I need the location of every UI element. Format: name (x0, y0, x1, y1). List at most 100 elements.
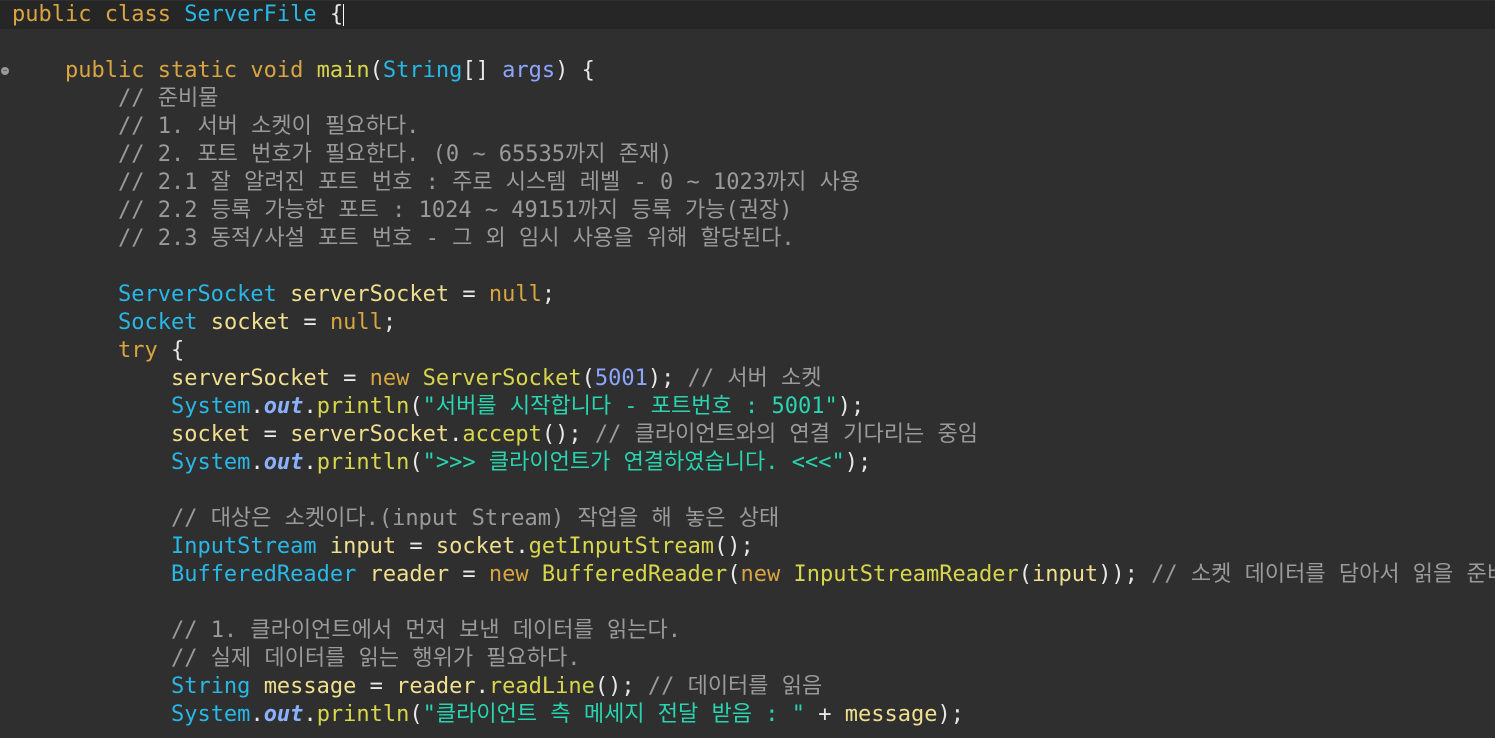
punctuation-token: (); (594, 674, 648, 699)
code-line[interactable]: try { (12, 337, 184, 365)
keyword-token: public class (12, 2, 185, 27)
variable-token: socket (170, 422, 251, 447)
punctuation-token: { (157, 338, 185, 363)
code-line[interactable]: BufferedReader reader = new BufferedRead… (12, 561, 1495, 589)
code-line[interactable]: socket = serverSocket.accept(); // 클라이언트… (12, 421, 978, 449)
punctuation-token: ); (937, 702, 964, 727)
code-line[interactable]: // 실제 데이터를 읽는 행위가 필요하다. (12, 645, 581, 673)
punctuation-token: = (449, 282, 489, 307)
comment-token: // 2. 포트 번호가 필요한다. (0 ~ 65535까지 존재) (117, 142, 673, 167)
method-token: getInputStream (528, 534, 715, 559)
field-token: out (263, 450, 304, 475)
comment-token: // 2.3 동적/사설 포트 번호 - 그 외 임시 사용을 위해 할당된다. (117, 226, 795, 251)
punctuation-token: { (316, 2, 344, 27)
code-line[interactable]: // 2. 포트 번호가 필요한다. (0 ~ 65535까지 존재) (12, 141, 673, 169)
code-line[interactable]: serverSocket = new ServerSocket(5001); /… (12, 365, 822, 393)
punctuation-token: = (356, 674, 397, 699)
variable-token: socket (435, 534, 516, 559)
comment-token: // 2.1 잘 알려진 포트 번호 : 주로 시스템 레벨 - 0 ~ 102… (117, 170, 861, 195)
fold-collapse-icon[interactable]: − (1, 67, 9, 75)
text-caret (343, 4, 345, 26)
type-token: String (382, 58, 463, 83)
code-line[interactable]: // 2.1 잘 알려진 포트 번호 : 주로 시스템 레벨 - 0 ~ 102… (12, 169, 860, 197)
comment-token: // 1. 서버 소켓이 필요하다. (117, 114, 420, 139)
method-token: println (316, 450, 410, 475)
punctuation-token: ( (409, 394, 423, 419)
punctuation-token: . (303, 702, 317, 727)
type-token: BufferedReader (170, 562, 357, 587)
string-token: "클라이언트 측 메세지 전달 받음 : " (422, 702, 805, 727)
keyword-token: new (369, 366, 423, 391)
code-line[interactable]: // 준비물 (12, 85, 218, 113)
code-line[interactable]: InputStream input = socket.getInputStrea… (12, 533, 754, 561)
punctuation-token: . (303, 450, 317, 475)
number-token: 5001 (594, 366, 648, 391)
variable-token: input (329, 534, 397, 559)
method-token: readLine (488, 674, 595, 699)
variable-token: reader (396, 674, 476, 699)
punctuation-token: = (329, 366, 370, 391)
punctuation-token: ( (369, 58, 383, 83)
comment-token: // 준비물 (117, 86, 219, 111)
punctuation-token (277, 282, 290, 307)
comment-token: // 클라이언트와의 연결 기다리는 중임 (594, 422, 978, 447)
code-line[interactable]: public class ServerFile { (0, 1, 1495, 29)
punctuation-token: . (303, 394, 317, 419)
punctuation-token: . (250, 394, 264, 419)
punctuation-token: ( (581, 366, 595, 391)
code-line[interactable]: System.out.println("클라이언트 측 메세지 전달 받음 : … (12, 701, 964, 729)
variable-token: message (844, 702, 938, 727)
comment-token: // 대상은 소켓이다.(input Stream) 작업을 해 놓은 상태 (170, 506, 780, 531)
punctuation-token: = (396, 534, 436, 559)
field-token: out (263, 394, 304, 419)
code-line[interactable]: // 2.3 동적/사설 포트 번호 - 그 외 임시 사용을 위해 할당된다. (12, 225, 795, 253)
variable-token: message (263, 674, 357, 699)
punctuation-token: . (449, 422, 463, 447)
punctuation-token: ); (647, 366, 688, 391)
punctuation-token: )); (1098, 562, 1152, 587)
punctuation-token: = (290, 310, 330, 335)
code-line[interactable]: Socket socket = null; (12, 309, 396, 337)
code-line[interactable]: ServerSocket serverSocket = null; (12, 281, 555, 309)
code-line[interactable]: // 1. 클라이언트에서 먼저 보낸 데이터를 읽는다. (12, 617, 681, 645)
variable-token: serverSocket (290, 282, 450, 307)
comment-token: // 서버 소켓 (687, 366, 822, 391)
code-line[interactable]: System.out.println(">>> 클라이언트가 연결하였습니다. … (12, 449, 871, 477)
type-token: System (170, 702, 251, 727)
method-token: ServerSocket (422, 366, 582, 391)
code-line[interactable]: // 대상은 소켓이다.(input Stream) 작업을 해 놓은 상태 (12, 505, 779, 533)
type-token: System (170, 450, 251, 475)
code-line[interactable]: String message = reader.readLine(); // 데… (12, 673, 822, 701)
code-editor[interactable]: − public class ServerFile { public stati… (0, 0, 1495, 738)
keyword-token: try (117, 338, 158, 363)
code-line[interactable]: public static void main(String[] args) { (12, 57, 595, 85)
method-token: accept (462, 422, 542, 447)
comment-token: // 2.2 등록 가능한 포트 : 1024 ~ 49151까지 등록 가능(… (117, 198, 793, 223)
variable-token: serverSocket (290, 422, 450, 447)
code-line[interactable]: // 2.2 등록 가능한 포트 : 1024 ~ 49151까지 등록 가능(… (12, 197, 792, 225)
method-token: println (316, 702, 410, 727)
punctuation-token: ( (409, 702, 423, 727)
keyword-token: null (329, 310, 383, 335)
punctuation-token: . (515, 534, 529, 559)
punctuation-token: ( (409, 450, 423, 475)
punctuation-token (250, 674, 263, 699)
comment-token: // 1. 클라이언트에서 먼저 보낸 데이터를 읽는다. (170, 618, 681, 643)
keyword-token: new (740, 562, 794, 587)
code-line[interactable]: System.out.println("서버를 시작합니다 - 포트번호 : 5… (12, 393, 864, 421)
code-line[interactable]: // 1. 서버 소켓이 필요하다. (12, 113, 419, 141)
